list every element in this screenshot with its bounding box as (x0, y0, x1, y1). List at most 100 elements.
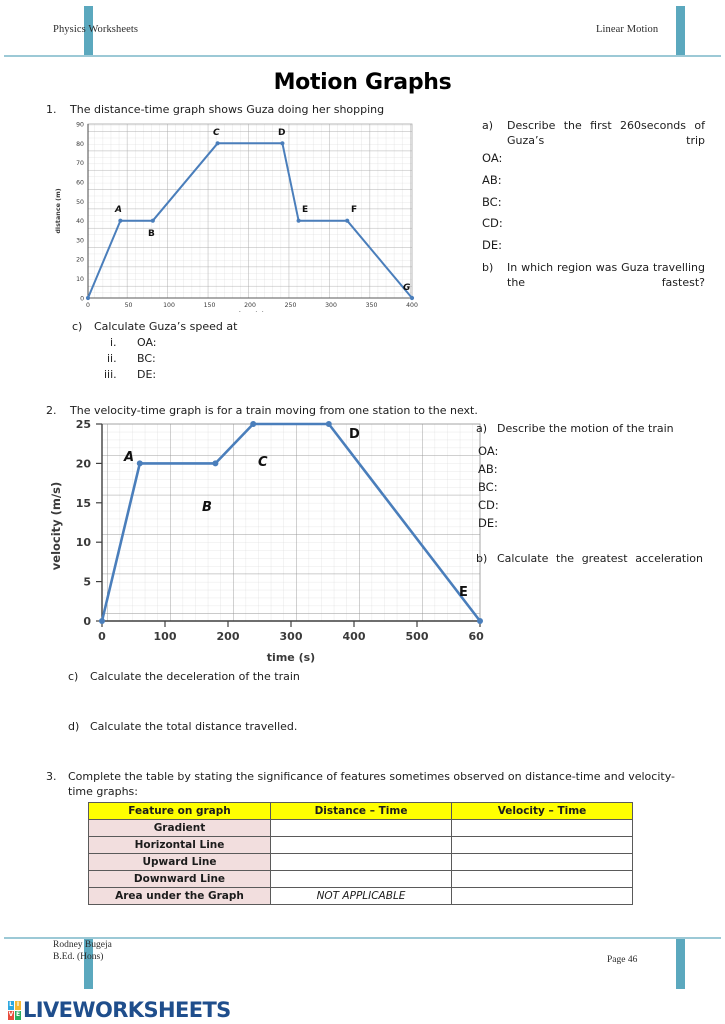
svg-text:200: 200 (244, 302, 256, 309)
footer-divider (4, 937, 721, 939)
q2-a-line-de[interactable]: DE: (478, 516, 498, 530)
q2-d-label: d) (68, 720, 80, 733)
distance-time-chart: 0 10 20 30 40 50 60 70 80 90 0 50 100 15… (46, 112, 461, 319)
q2-a-line-ab[interactable]: AB: (478, 462, 498, 476)
svg-text:10: 10 (76, 536, 92, 549)
svg-text:350: 350 (366, 302, 378, 309)
table-row: Upward Line (88, 853, 633, 871)
q2-a-label: a) (476, 422, 488, 435)
table-cell-vt-downward-line[interactable] (451, 870, 633, 888)
liveworksheets-logo-text: LIVEWORKSHEETS (23, 998, 231, 1022)
q2-a-line-cd[interactable]: CD: (478, 498, 499, 512)
q1-a-line-cd[interactable]: CD: (482, 216, 503, 230)
velocity-time-chart: 0 5 10 15 20 25 0 100 200 300 400 500 60… (44, 416, 492, 671)
footer-author: Rodney Bugeja B.Ed. (Hons) (53, 940, 112, 964)
table-cell-dt-gradient[interactable] (270, 819, 452, 837)
svg-text:time (s): time (s) (235, 311, 264, 312)
svg-text:B: B (202, 500, 212, 515)
svg-text:400: 400 (343, 630, 366, 643)
table-cell-feature-upward-line: Upward Line (88, 853, 271, 871)
question-3-number: 3. (46, 770, 57, 783)
table-header-distance-time: Distance – Time (270, 802, 452, 820)
svg-text:100: 100 (163, 302, 175, 309)
table-row: Area under the Graph NOT APPLICABLE (88, 887, 633, 905)
q2-b-text: Calculate the greatest acceleration (497, 552, 703, 565)
logo-square-l: L (8, 1000, 14, 1010)
table-cell-vt-gradient[interactable] (451, 819, 633, 837)
logo-square-v: V (8, 1010, 14, 1020)
q1-a-text: Describe the first 260seconds of Guza’s … (507, 119, 705, 147)
svg-text:A: A (123, 450, 134, 465)
q1-c-i-label[interactable]: OA: (137, 336, 157, 349)
q2-a-line-oa[interactable]: OA: (478, 444, 498, 458)
q1-c-label: c) (72, 320, 83, 333)
page-header: Physics Worksheets Linear Motion (0, 0, 725, 60)
q1-c-iii-number: iii. (104, 368, 117, 381)
svg-text:D: D (349, 427, 360, 442)
q2-c-label: c) (68, 670, 79, 683)
header-left-title: Physics Worksheets (53, 24, 139, 35)
svg-text:150: 150 (204, 302, 216, 309)
svg-text:0: 0 (98, 630, 106, 643)
q1-c-iii-label[interactable]: DE: (137, 368, 156, 381)
header-right-title: Linear Motion (596, 24, 659, 35)
liveworksheets-logo[interactable]: L I V E LIVEWORKSHEETS (8, 998, 231, 1022)
footer-author-name: Rodney Bugeja (53, 940, 112, 950)
svg-text:0: 0 (80, 295, 84, 302)
q2-a-text: Describe the motion of the train (497, 422, 674, 435)
svg-text:B: B (148, 229, 155, 239)
table-cell-dt-horizontal-line[interactable] (270, 836, 452, 854)
table-row: Horizontal Line (88, 836, 633, 854)
table-header-row: Feature on graph Distance – Time Velocit… (88, 802, 633, 820)
svg-text:50: 50 (76, 199, 84, 206)
q2-d-text: Calculate the total distance travelled. (90, 720, 298, 733)
svg-text:80: 80 (76, 141, 84, 148)
footer-accent-bar-right (676, 939, 685, 989)
q1-b-label: b) (482, 261, 494, 274)
table-row: Gradient (88, 819, 633, 837)
table-cell-vt-area-under-graph[interactable] (451, 887, 633, 905)
header-divider (4, 55, 721, 57)
q1-a-line-bc[interactable]: BC: (482, 195, 502, 209)
table-cell-dt-downward-line[interactable] (270, 870, 452, 888)
table-row: Downward Line (88, 870, 633, 888)
table-cell-dt-area-under-graph: NOT APPLICABLE (270, 887, 452, 905)
svg-text:D: D (278, 128, 285, 138)
question-3-prompt-line1: Complete the table by stating the signif… (68, 770, 675, 783)
svg-text:200: 200 (217, 630, 240, 643)
svg-text:500: 500 (406, 630, 429, 643)
svg-text:0: 0 (86, 302, 90, 309)
table-cell-vt-horizontal-line[interactable] (451, 836, 633, 854)
features-table: Feature on graph Distance – Time Velocit… (88, 802, 633, 905)
page-title: Motion Graphs (273, 70, 452, 95)
q2-a-line-bc[interactable]: BC: (478, 480, 498, 494)
q1-c-ii-number: ii. (107, 352, 117, 365)
svg-text:20: 20 (76, 457, 92, 470)
footer-page-number: Page 46 (607, 955, 638, 965)
table-cell-feature-gradient: Gradient (88, 819, 271, 837)
q1-c-i-number: i. (110, 336, 117, 349)
q1-b-text: In which region was Guza travelling the … (507, 261, 705, 289)
q2-c-text: Calculate the deceleration of the train (90, 670, 300, 683)
svg-text:E: E (302, 205, 308, 215)
table-cell-vt-upward-line[interactable] (451, 853, 633, 871)
svg-text:70: 70 (76, 160, 84, 167)
svg-text:velocity (m/s): velocity (m/s) (49, 482, 63, 570)
logo-square-i: I (15, 1000, 21, 1010)
q1-a-line-ab[interactable]: AB: (482, 173, 502, 187)
svg-text:100: 100 (154, 630, 177, 643)
q1-c-text: Calculate Guza’s speed at (94, 320, 238, 333)
table-cell-feature-area-under-graph: Area under the Graph (88, 887, 271, 905)
svg-text:distance (m): distance (m) (54, 188, 62, 233)
q1-a-line-oa[interactable]: OA: (482, 151, 502, 165)
svg-text:time (s): time (s) (267, 651, 315, 664)
q1-a-line-de[interactable]: DE: (482, 238, 502, 252)
svg-text:5: 5 (83, 576, 91, 589)
svg-text:20: 20 (76, 257, 84, 264)
svg-text:90: 90 (76, 121, 84, 128)
q1-c-ii-label[interactable]: BC: (137, 352, 156, 365)
svg-text:50: 50 (125, 302, 133, 309)
table-cell-dt-upward-line[interactable] (270, 853, 452, 871)
svg-text:E: E (459, 585, 468, 600)
question-3-prompt-line2: time graphs: (68, 785, 138, 798)
